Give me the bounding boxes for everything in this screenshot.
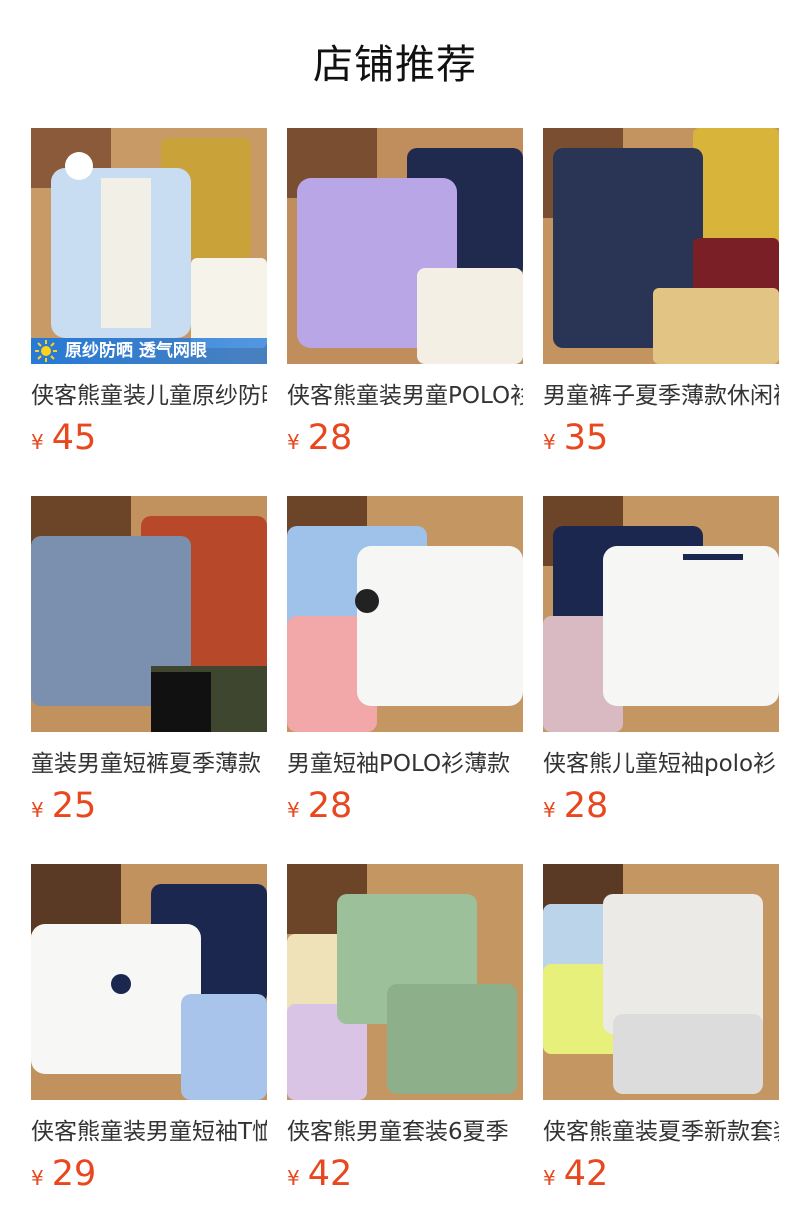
currency-symbol: ¥: [543, 430, 556, 454]
product-image[interactable]: [543, 128, 779, 364]
price-value: 28: [307, 786, 353, 826]
product-name[interactable]: 男童短袖POLO衫薄款: [287, 748, 523, 780]
product-name[interactable]: 侠客熊童装男童POLO衫: [287, 380, 523, 412]
sun-icon: [35, 340, 57, 362]
product-card[interactable]: 原纱防晒 透气网眼 侠客熊童装儿童原纱防晒衣 ¥45: [31, 128, 267, 468]
price-value: 45: [51, 418, 97, 458]
product-image[interactable]: [287, 864, 523, 1100]
product-card[interactable]: 侠客熊男童套装6夏季 ¥42: [287, 864, 523, 1204]
product-price: ¥29: [31, 1152, 96, 1196]
currency-symbol: ¥: [543, 1166, 556, 1190]
product-name[interactable]: 童装男童短裤夏季薄款: [31, 748, 267, 780]
product-name[interactable]: 侠客熊童装男童短袖T恤: [31, 1116, 267, 1148]
product-image[interactable]: [543, 864, 779, 1100]
product-image[interactable]: [31, 864, 267, 1100]
product-price: ¥28: [287, 784, 352, 828]
product-price: ¥28: [543, 784, 608, 828]
currency-symbol: ¥: [287, 430, 300, 454]
currency-symbol: ¥: [287, 1166, 300, 1190]
product-name[interactable]: 侠客熊童装夏季新款套装: [543, 1116, 779, 1148]
product-name[interactable]: 男童裤子夏季薄款休闲裤: [543, 380, 779, 412]
product-name[interactable]: 侠客熊男童套装6夏季: [287, 1116, 523, 1148]
product-name[interactable]: 侠客熊童装儿童原纱防晒衣: [31, 380, 267, 412]
product-image[interactable]: 原纱防晒 透气网眼: [31, 128, 267, 364]
price-value: 42: [563, 1154, 609, 1194]
product-price: ¥42: [543, 1152, 608, 1196]
product-price: ¥42: [287, 1152, 352, 1196]
product-name[interactable]: 侠客熊儿童短袖polo衫: [543, 748, 779, 780]
product-card[interactable]: 童装男童短裤夏季薄款 ¥25: [31, 496, 267, 836]
currency-symbol: ¥: [543, 798, 556, 822]
product-grid: 原纱防晒 透气网眼 侠客熊童装儿童原纱防晒衣 ¥45 侠客熊童装男童POLO衫 …: [0, 0, 790, 1232]
product-card[interactable]: 男童裤子夏季薄款休闲裤 ¥35: [543, 128, 779, 468]
product-image[interactable]: [31, 496, 267, 732]
product-price: ¥35: [543, 416, 608, 460]
price-value: 42: [307, 1154, 353, 1194]
price-value: 35: [563, 418, 609, 458]
product-image[interactable]: [287, 496, 523, 732]
product-price: ¥28: [287, 416, 352, 460]
product-price: ¥25: [31, 784, 96, 828]
promo-badge-text: 原纱防晒 透气网眼: [65, 341, 207, 361]
product-card[interactable]: 男童短袖POLO衫薄款 ¥28: [287, 496, 523, 836]
price-value: 25: [51, 786, 97, 826]
currency-symbol: ¥: [287, 798, 300, 822]
currency-symbol: ¥: [31, 798, 44, 822]
product-price: ¥45: [31, 416, 96, 460]
product-card[interactable]: 侠客熊儿童短袖polo衫 ¥28: [543, 496, 779, 836]
product-image[interactable]: [543, 496, 779, 732]
price-value: 28: [307, 418, 353, 458]
promo-badge: 原纱防晒 透气网眼: [31, 338, 267, 364]
product-image[interactable]: [287, 128, 523, 364]
price-value: 28: [563, 786, 609, 826]
product-card[interactable]: 侠客熊童装男童短袖T恤 ¥29: [31, 864, 267, 1204]
currency-symbol: ¥: [31, 430, 44, 454]
product-card[interactable]: 侠客熊童装夏季新款套装 ¥42: [543, 864, 779, 1204]
product-card[interactable]: 侠客熊童装男童POLO衫 ¥28: [287, 128, 523, 468]
currency-symbol: ¥: [31, 1166, 44, 1190]
price-value: 29: [51, 1154, 97, 1194]
